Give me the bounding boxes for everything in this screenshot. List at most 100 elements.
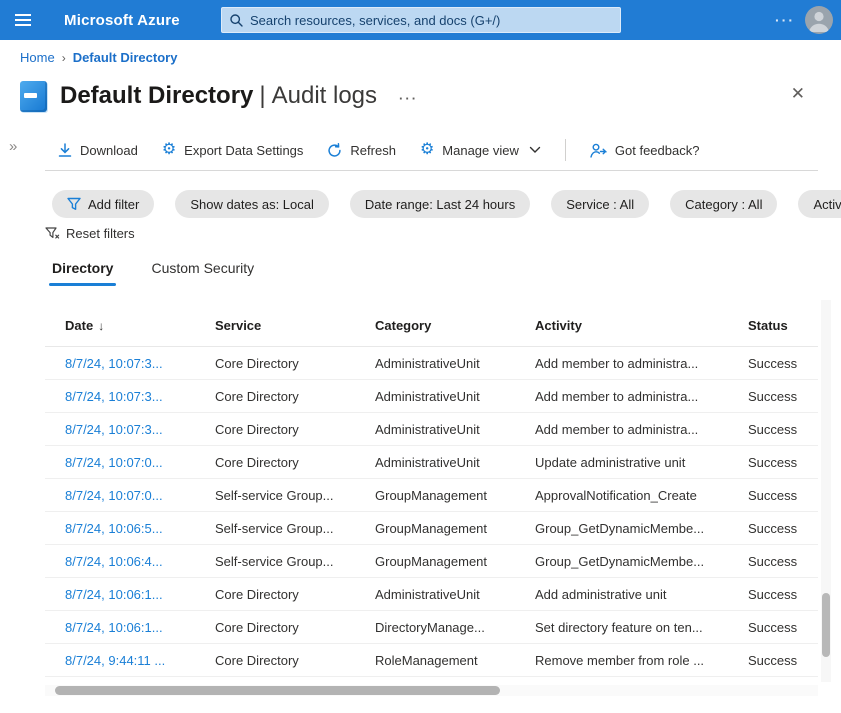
audit-category-cell: AdministrativeUnit (375, 421, 480, 437)
page-title-bar: Default Directory | Audit logs ··· ✕ (20, 76, 821, 116)
audit-status-cell: Success (748, 619, 798, 635)
download-icon (58, 142, 72, 157)
activity-filter-label: Activity : All (813, 196, 841, 212)
sort-descending-icon: ↓ (98, 318, 105, 333)
hamburger-menu-icon[interactable] (0, 0, 46, 40)
global-search[interactable] (221, 7, 621, 33)
column-header-date[interactable]: Date ↓ (65, 318, 215, 333)
audit-service-cell: Self-service Group... (215, 553, 334, 569)
audit-activity-cell: ApprovalNotification_Create (535, 487, 697, 503)
manage-view-button[interactable]: ⚙ Manage view (420, 142, 541, 158)
date-range-label: Date range: Last 24 hours (364, 196, 516, 212)
show-dates-as-label: Show dates as: Local (190, 196, 314, 212)
breadcrumb-home-link[interactable]: Home (20, 50, 55, 65)
audit-date-link[interactable]: 8/7/24, 10:06:4... (65, 554, 215, 569)
expand-menu-icon[interactable]: » (9, 138, 17, 155)
vertical-scrollbar[interactable] (821, 300, 831, 682)
tab-directory[interactable]: Directory (49, 256, 117, 286)
table-row[interactable]: 8/7/24, 10:06:5... Self-service Group...… (45, 512, 818, 545)
reset-filters-button[interactable]: Reset filters (45, 226, 135, 241)
horizontal-scrollbar-thumb[interactable] (55, 686, 500, 695)
download-label: Download (80, 142, 138, 158)
audit-category-cell: GroupManagement (375, 520, 488, 536)
audit-service-cell: Core Directory (215, 388, 299, 404)
audit-service-cell: Core Directory (215, 454, 299, 470)
audit-logs-table: Date ↓ Service Category Activity Status … (45, 305, 818, 677)
audit-activity-cell: Group_GetDynamicMembe... (535, 520, 705, 536)
user-avatar[interactable] (805, 6, 833, 34)
audit-date-link[interactable]: 8/7/24, 10:06:1... (65, 620, 215, 635)
azure-brand-logo[interactable]: Microsoft Azure (64, 12, 180, 29)
audit-category-cell: GroupManagement (375, 553, 488, 569)
audit-activity-cell: Add member to administra... (535, 355, 699, 371)
audit-service-cell: Core Directory (215, 355, 299, 371)
audit-category-cell: AdministrativeUnit (375, 586, 480, 602)
reset-filter-icon (45, 226, 60, 239)
download-button[interactable]: Download (58, 143, 138, 158)
manage-view-label: Manage view (442, 142, 519, 158)
column-header-activity[interactable]: Activity (535, 318, 748, 333)
audit-date-link[interactable]: 8/7/24, 10:07:0... (65, 455, 215, 470)
page-more-icon[interactable]: ··· (399, 91, 418, 106)
audit-status-cell: Success (748, 388, 798, 404)
search-input[interactable] (250, 12, 612, 28)
audit-status-cell: Success (748, 520, 798, 536)
audit-date-link[interactable]: 8/7/24, 10:06:5... (65, 521, 215, 536)
table-row[interactable]: 8/7/24, 10:07:3... Core Directory Admini… (45, 347, 818, 380)
search-icon (230, 13, 243, 27)
audit-date-link[interactable]: 8/7/24, 10:07:0... (65, 488, 215, 503)
column-header-category[interactable]: Category (375, 318, 535, 333)
audit-date-link[interactable]: 8/7/24, 10:07:3... (65, 356, 215, 371)
table-row[interactable]: 8/7/24, 10:07:3... Core Directory Admini… (45, 413, 818, 446)
column-header-service[interactable]: Service (215, 318, 375, 333)
audit-date-link[interactable]: 8/7/24, 10:07:3... (65, 389, 215, 404)
audit-activity-cell: Add member to administra... (535, 421, 699, 437)
audit-service-cell: Self-service Group... (215, 520, 334, 536)
breadcrumb-current-link[interactable]: Default Directory (73, 50, 178, 65)
topbar-more-icon[interactable]: ··· (775, 0, 795, 40)
refresh-button[interactable]: Refresh (327, 143, 396, 158)
service-filter-pill[interactable]: Service : All (551, 190, 650, 218)
breadcrumb: Home › Default Directory (20, 50, 177, 65)
azure-top-bar: Microsoft Azure ··· (0, 0, 841, 40)
table-row[interactable]: 8/7/24, 9:44:11 ... Core Directory RoleM… (45, 644, 818, 677)
audit-date-link[interactable]: 8/7/24, 10:06:1... (65, 587, 215, 602)
toolbar-divider (564, 139, 566, 161)
audit-activity-cell: Add member to administra... (535, 388, 699, 404)
column-header-status[interactable]: Status (748, 318, 818, 333)
date-range-pill[interactable]: Date range: Last 24 hours (349, 190, 531, 218)
activity-filter-pill[interactable]: Activity : All (798, 190, 841, 218)
gear-icon: ⚙ (419, 141, 435, 158)
horizontal-scrollbar[interactable] (45, 685, 818, 696)
audit-date-link[interactable]: 8/7/24, 10:07:3... (65, 422, 215, 437)
vertical-scrollbar-thumb[interactable] (822, 593, 830, 657)
add-filter-pill[interactable]: Add filter (52, 190, 155, 218)
audit-service-cell: Core Directory (215, 586, 299, 602)
tab-custom-security[interactable]: Custom Security (148, 256, 257, 286)
audit-category-cell: RoleManagement (375, 652, 478, 668)
export-data-settings-button[interactable]: ⚙ Export Data Settings (162, 142, 304, 158)
blade-tabs: Directory Custom Security (49, 256, 257, 286)
audit-logs-book-icon (20, 80, 47, 112)
table-row[interactable]: 8/7/24, 10:07:0... Self-service Group...… (45, 479, 818, 512)
audit-category-cell: GroupManagement (375, 487, 488, 503)
page-title-directory: Default Directory (60, 82, 254, 109)
audit-date-link[interactable]: 8/7/24, 9:44:11 ... (65, 653, 215, 668)
add-filter-label: Add filter (88, 196, 140, 212)
audit-category-cell: DirectoryManage... (375, 619, 485, 635)
audit-activity-cell: Group_GetDynamicMembe... (535, 553, 705, 569)
close-icon[interactable]: ✕ (787, 80, 809, 108)
gear-icon: ⚙ (161, 141, 177, 158)
audit-status-cell: Success (748, 652, 798, 668)
table-row[interactable]: 8/7/24, 10:06:1... Core Directory Direct… (45, 611, 818, 644)
table-row[interactable]: 8/7/24, 10:06:1... Core Directory Admini… (45, 578, 818, 611)
table-row[interactable]: 8/7/24, 10:07:3... Core Directory Admini… (45, 380, 818, 413)
reset-filters-label: Reset filters (66, 226, 135, 241)
got-feedback-button[interactable]: Got feedback? (590, 143, 699, 158)
page-title: Default Directory | Audit logs (60, 82, 377, 110)
category-filter-pill[interactable]: Category : All (670, 190, 778, 218)
show-dates-as-pill[interactable]: Show dates as: Local (175, 190, 329, 218)
table-header-row: Date ↓ Service Category Activity Status (45, 305, 818, 347)
table-row[interactable]: 8/7/24, 10:06:4... Self-service Group...… (45, 545, 818, 578)
table-row[interactable]: 8/7/24, 10:07:0... Core Directory Admini… (45, 446, 818, 479)
